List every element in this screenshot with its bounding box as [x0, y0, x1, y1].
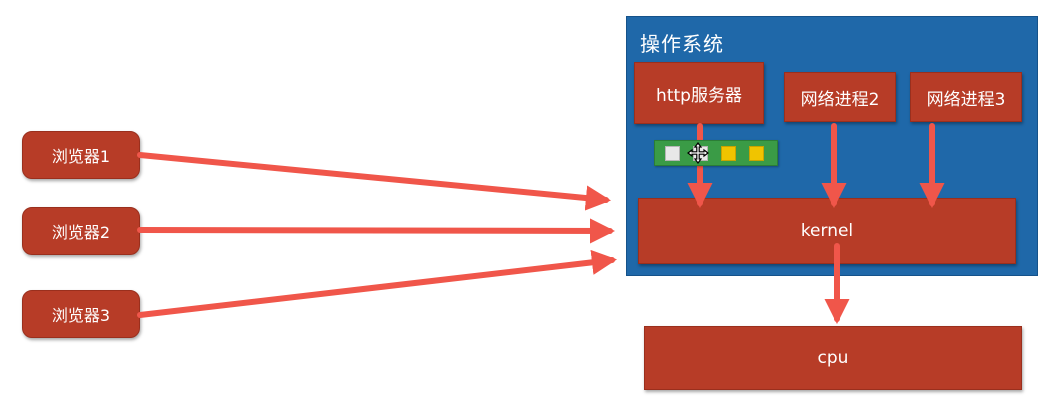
- arrow-browser-2-to-kernel: [137, 218, 616, 244]
- arrow-browser-3-to-kernel: [137, 249, 618, 318]
- queue-slot: [749, 146, 764, 161]
- arrow-browser-1-to-kernel: [137, 152, 612, 211]
- diagram-canvas: 操作系统 http服务器 网络进程2 网络进程3 kernel cpu 浏览器1…: [0, 0, 1058, 410]
- connection-queue: [654, 140, 778, 166]
- move-cursor-icon: [687, 142, 709, 164]
- queue-slot: [721, 146, 736, 161]
- queue-slot: [665, 146, 680, 161]
- arrows-layer: [137, 123, 945, 325]
